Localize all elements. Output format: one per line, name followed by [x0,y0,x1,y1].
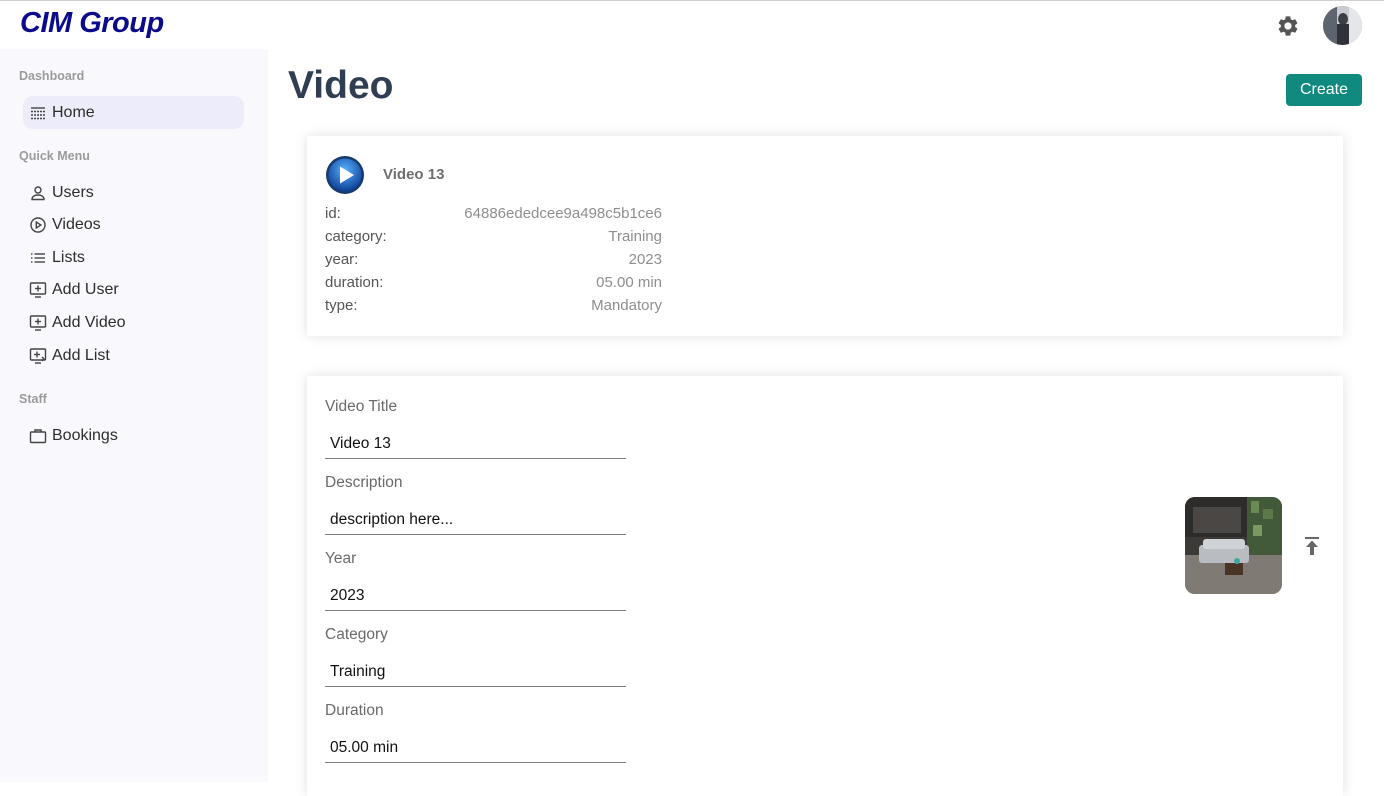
duration-label: Duration [325,702,384,719]
sidebar-item-label: Users [52,183,94,201]
info-row: category: Training [325,228,662,250]
add-box-icon [29,314,47,331]
description-label: Description [325,474,403,491]
year-label: Year [325,550,357,567]
sidebar-section-title: Dashboard [19,69,85,83]
sidebar-item-label: Lists [52,248,85,266]
play-circle-icon [30,216,46,233]
year-input[interactable] [325,581,626,611]
sidebar-section-title: Staff [19,392,47,406]
upload-icon[interactable] [1303,536,1321,556]
sidebar-item-add-video[interactable]: Add Video [23,306,244,339]
info-value: Training [608,228,662,245]
info-key: duration: [325,274,384,291]
info-value: 05.00 min [596,274,662,291]
sidebar-item-users[interactable]: Users [23,176,244,209]
sidebar-item-label: Home [52,103,95,121]
info-key: year: [325,251,359,268]
info-value: 2023 [628,251,662,268]
gear-icon[interactable] [1276,14,1300,38]
sidebar-item-bookings[interactable]: Bookings [23,419,244,452]
sidebar-item-label: Bookings [52,426,118,444]
sidebar-item-label: Add User [52,280,119,298]
info-key: id: [325,205,341,222]
add-list-icon [29,347,47,364]
category-input[interactable] [325,657,626,687]
info-row: year: 2023 [325,251,662,273]
info-key: type: [325,297,358,314]
video-edit-form: Video Title Description Year Category Du… [307,376,1343,796]
top-bar: CIM Group [0,0,1384,49]
create-button[interactable]: Create [1286,74,1362,106]
info-row: duration: 05.00 min [325,274,662,296]
video-info-card: Video 13 id: 64886ededcee9a498c5b1ce6 ca… [307,136,1343,336]
info-value: 64886ededcee9a498c5b1ce6 [464,205,662,222]
info-value: Mandatory [591,297,662,314]
sidebar-item-label: Add List [52,346,110,364]
video-title-label: Video Title [325,398,398,415]
video-title-input[interactable] [325,429,626,459]
description-input[interactable] [325,505,626,535]
category-label: Category [325,626,388,643]
play-icon [326,156,364,194]
sidebar-section-title: Quick Menu [19,149,90,163]
sidebar-item-home[interactable]: Home [23,96,244,129]
user-avatar[interactable] [1323,6,1362,45]
sidebar-item-videos[interactable]: Videos [23,208,244,241]
dashboard-icon [31,106,45,119]
info-row: type: Mandatory [325,297,662,319]
add-box-icon [29,281,47,298]
sidebar: Dashboard Home Quick Menu Users Videos L… [0,49,268,782]
duration-input[interactable] [325,733,626,763]
video-name: Video 13 [383,166,445,183]
briefcase-icon [29,428,47,443]
sidebar-item-label: Add Video [52,313,126,331]
sidebar-item-add-user[interactable]: Add User [23,273,244,306]
app-logo[interactable]: CIM Group [20,7,164,40]
user-icon [31,185,45,200]
info-key: category: [325,228,387,245]
info-row: id: 64886ededcee9a498c5b1ce6 [325,205,662,227]
video-thumbnail [1185,497,1282,594]
list-icon [31,252,45,263]
sidebar-item-add-list[interactable]: Add List [23,339,244,372]
sidebar-item-label: Videos [52,215,101,233]
sidebar-item-lists[interactable]: Lists [23,241,244,274]
page-title: Video [288,64,394,107]
